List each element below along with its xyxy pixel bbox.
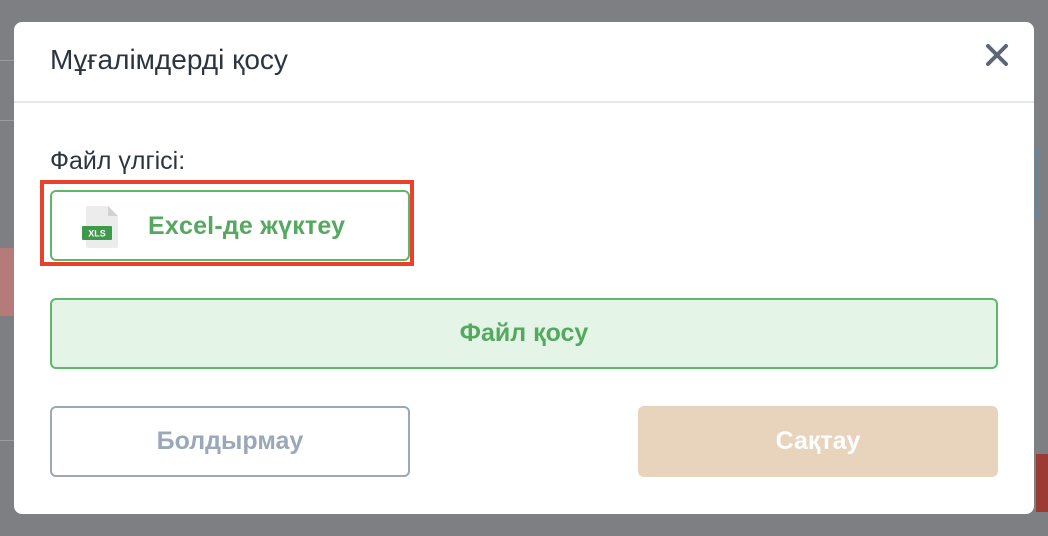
save-button[interactable]: Сақтау <box>638 406 998 477</box>
background-red-element <box>0 248 14 316</box>
cancel-button[interactable]: Болдырмау <box>50 406 410 477</box>
add-file-label: Файл қосу <box>459 319 589 347</box>
add-teachers-modal: Мұғалімдерді қосу Файл үлгісі: XLS Excel… <box>14 22 1034 514</box>
modal-title: Мұғалімдерді қосу <box>50 44 288 75</box>
background-divider <box>0 440 14 441</box>
close-button[interactable] <box>984 42 1010 68</box>
modal-header: Мұғалімдерді қосу <box>14 22 1034 103</box>
background-divider <box>0 120 14 121</box>
cancel-label: Болдырмау <box>156 427 304 455</box>
background-divider <box>0 60 14 61</box>
close-icon <box>986 44 1008 66</box>
save-label: Сақтау <box>775 427 861 455</box>
highlight-box <box>40 180 414 266</box>
add-file-button[interactable]: Файл қосу <box>50 298 998 369</box>
background-red-button <box>1036 454 1048 512</box>
file-template-label: Файл үлгісі: <box>50 147 186 175</box>
background-input-edge <box>1036 148 1048 220</box>
